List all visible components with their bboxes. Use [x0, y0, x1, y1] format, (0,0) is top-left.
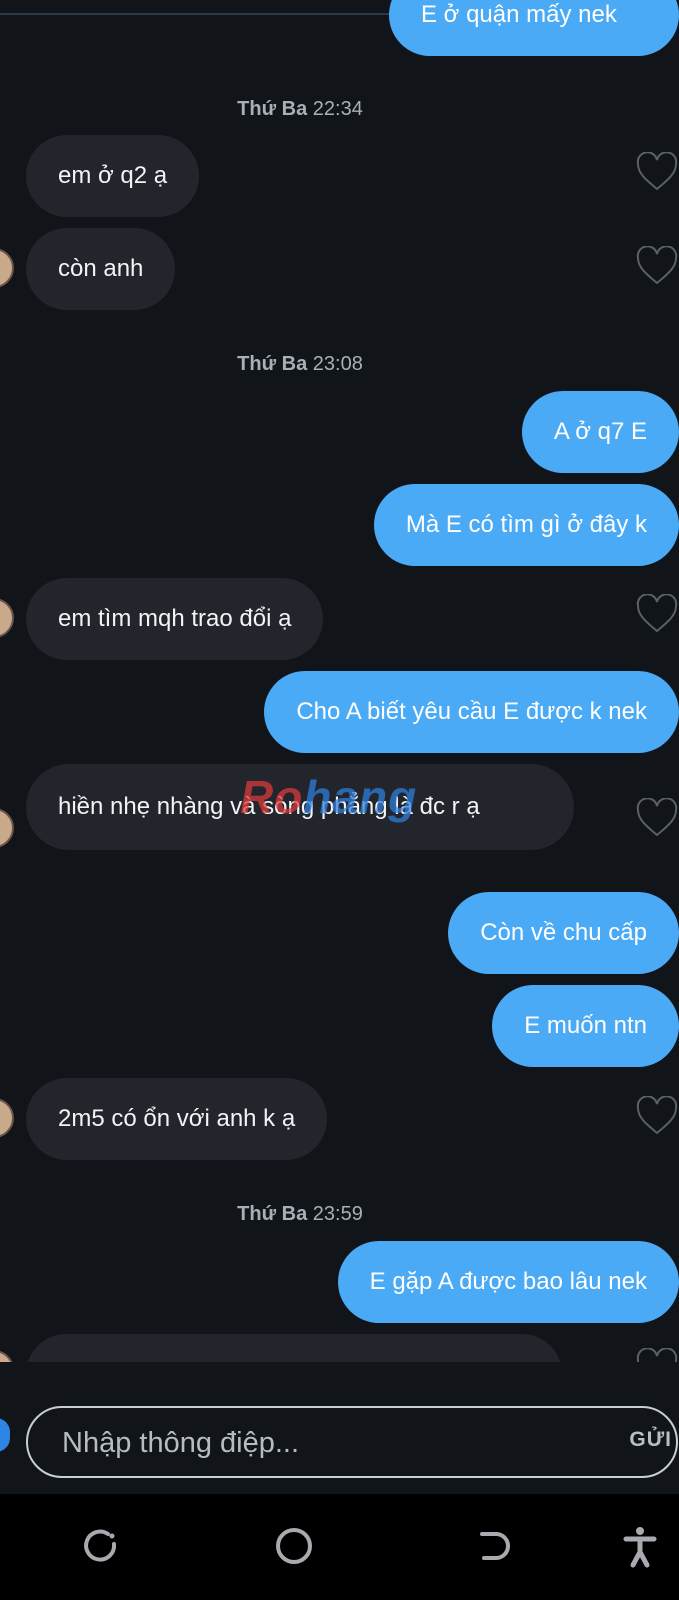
avatar[interactable] — [0, 598, 14, 638]
message-outgoing[interactable]: Cho A biết yêu cầu E được k nek — [264, 671, 679, 753]
message-text: Còn về chu cấp — [480, 919, 647, 946]
avatar[interactable] — [0, 1098, 14, 1138]
message-input[interactable] — [60, 1418, 584, 1468]
message-outgoing[interactable]: E muốn ntn — [492, 985, 679, 1067]
message-outgoing[interactable]: Mà E có tìm gì ở đây k — [373, 484, 679, 566]
message-text: hiền nhẹ nhàng và sòng phẳng là đc r ạ — [58, 793, 480, 820]
system-navigation-bar — [0, 1494, 679, 1600]
timestamp: Thứ Ba 23:59 — [0, 1203, 600, 1226]
message-text: em ở q2 ạ — [58, 162, 168, 189]
timestamp-day: Thứ Ba — [237, 353, 308, 375]
like-heart-icon[interactable] — [635, 1095, 679, 1136]
like-heart-icon[interactable] — [635, 593, 679, 634]
attach-button[interactable] — [0, 1418, 10, 1452]
like-heart-icon[interactable] — [635, 151, 679, 192]
message-text: E ở quận mấy nek — [421, 1, 617, 28]
message-text: A ở q7 E — [553, 418, 647, 445]
like-heart-icon[interactable] — [635, 245, 679, 286]
message-text: 2m5 có ổn với anh k ạ — [58, 1105, 296, 1132]
timestamp-day: Thứ Ba — [237, 98, 308, 120]
avatar[interactable] — [0, 1350, 14, 1362]
timestamp-time: 23:08 — [312, 353, 363, 375]
message-incoming[interactable]: hiền nhẹ nhàng và sòng phẳng là đc r ạ — [26, 764, 574, 850]
message-incoming[interactable]: em tìm mqh trao đổi ạ — [26, 578, 324, 660]
timestamp: Thứ Ba 22:34 — [0, 98, 600, 121]
timestamp-day: Thứ Ba — [237, 1203, 308, 1225]
message-incoming[interactable]: còn anh — [26, 228, 176, 310]
message-composer: GỬI — [0, 1362, 679, 1494]
avatar[interactable] — [0, 808, 14, 848]
recent-apps-icon[interactable] — [80, 1524, 124, 1568]
message-text: em tìm mqh trao đổi ạ — [58, 605, 292, 632]
message-outgoing[interactable]: E ở quận mấy nek — [389, 0, 679, 56]
message-incoming[interactable]: em ở q2 ạ — [26, 135, 200, 217]
message-text: Cho A biết yêu cầu E được k nek — [296, 698, 647, 725]
timestamp-time: 23:59 — [312, 1203, 363, 1225]
send-button[interactable]: GỬI — [629, 1428, 672, 1452]
message-input-container[interactable]: GỬI — [26, 1406, 678, 1478]
timestamp: Thứ Ba 23:08 — [0, 353, 600, 376]
message-outgoing[interactable]: E gặp A được bao lâu nek — [337, 1241, 679, 1323]
avatar[interactable] — [0, 248, 14, 288]
message-text: Mà E có tìm gì ở đây k — [405, 511, 647, 538]
message-text: E muốn ntn — [524, 1012, 647, 1039]
home-icon[interactable] — [272, 1524, 316, 1568]
message-outgoing[interactable]: Còn về chu cấp — [448, 892, 679, 974]
back-icon[interactable] — [472, 1524, 516, 1568]
message-outgoing[interactable]: A ở q7 E — [521, 391, 679, 473]
like-heart-icon[interactable] — [635, 1347, 679, 1362]
message-text: còn anh — [58, 255, 144, 282]
accessibility-icon[interactable] — [618, 1524, 662, 1568]
message-incoming[interactable] — [26, 1334, 562, 1362]
timestamp-time: 22:34 — [312, 98, 363, 120]
like-heart-icon[interactable] — [635, 797, 679, 838]
chat-area[interactable]: E ở quận mấy nek Thứ Ba 22:34 em ở q2 ạ … — [0, 0, 679, 1362]
message-incoming[interactable]: 2m5 có ổn với anh k ạ — [26, 1078, 328, 1160]
message-text: E gặp A được bao lâu nek — [369, 1268, 647, 1295]
